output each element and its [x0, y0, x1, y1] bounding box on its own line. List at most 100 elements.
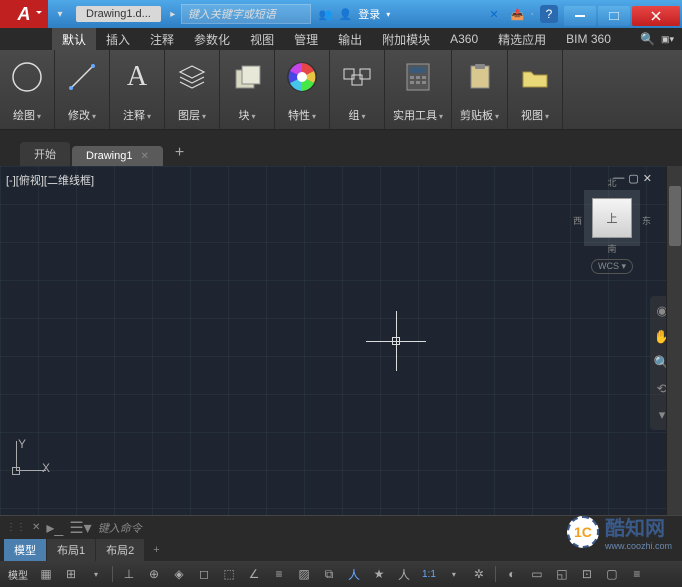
- maximize-button[interactable]: [598, 6, 630, 26]
- a360-icon[interactable]: 📤: [511, 8, 525, 21]
- wcs-label[interactable]: WCS ▾: [591, 259, 633, 274]
- prompt-icon: ▸_: [46, 518, 63, 538]
- quick-access-toolbar: ▾: [48, 6, 72, 22]
- ribbon-group-modify[interactable]: 修改▾: [55, 50, 110, 129]
- gear-icon[interactable]: ✲: [468, 564, 490, 584]
- grid-toggle-icon[interactable]: ▦: [35, 564, 57, 584]
- ribbon-group-view[interactable]: 视图▾: [508, 50, 563, 129]
- dropdown-icon[interactable]: ▾: [85, 564, 107, 584]
- tab-addins[interactable]: 附加模块: [372, 28, 440, 51]
- vertical-scrollbar[interactable]: [666, 166, 682, 515]
- tab-model[interactable]: 模型: [4, 539, 46, 561]
- tab-output[interactable]: 输出: [328, 28, 372, 51]
- help-search-input[interactable]: 键入关键字或短语: [181, 4, 311, 24]
- binoculars-icon: 👥: [319, 8, 333, 21]
- drawing-canvas[interactable]: [-][俯视][二维线框] — ▢ ✕ 北 西 上 东 南 WCS ▾ ◉ ✋: [0, 166, 682, 515]
- monitor-icon[interactable]: ▭: [526, 564, 548, 584]
- tab-drawing1[interactable]: Drawing1 ✕: [72, 146, 163, 166]
- app-logo[interactable]: A: [0, 0, 48, 28]
- ribbon-group-clipboard[interactable]: 剪贴板▾: [452, 50, 508, 129]
- cycling-icon[interactable]: ⧉: [318, 564, 340, 584]
- ribbon-collapse-icon[interactable]: ▣▾: [661, 34, 674, 45]
- ribbon-group-group[interactable]: 组▾: [330, 50, 385, 129]
- qat-dropdown-icon[interactable]: ▾: [52, 6, 68, 22]
- block-icon: [228, 58, 266, 96]
- new-tab-button[interactable]: +: [165, 140, 194, 166]
- drawing-wrapper: [-][俯视][二维线框] — ▢ ✕ 北 西 上 东 南 WCS ▾ ◉ ✋: [0, 166, 682, 515]
- tab-manage[interactable]: 管理: [284, 28, 328, 51]
- transparency-icon[interactable]: ▨: [293, 564, 315, 584]
- lineweight-icon[interactable]: ≡: [268, 564, 290, 584]
- line-icon: [63, 58, 101, 96]
- snap-toggle-icon[interactable]: ⊞: [60, 564, 82, 584]
- isolate-icon[interactable]: ◱: [551, 564, 573, 584]
- dropdown-icon[interactable]: ▾: [443, 564, 465, 584]
- document-tabs: 开始 Drawing1 ✕ +: [0, 142, 682, 166]
- close-button[interactable]: [632, 6, 680, 26]
- login-area[interactable]: 👥 👤 登录 ▾: [319, 6, 390, 22]
- watermark-logo-icon: 1C: [567, 516, 599, 548]
- close-icon[interactable]: ✕: [140, 151, 148, 162]
- tab-view[interactable]: 视图: [240, 28, 284, 51]
- ortho-icon[interactable]: ⊥: [118, 564, 140, 584]
- tab-featured[interactable]: 精选应用: [488, 28, 556, 51]
- layers-icon: [173, 58, 211, 96]
- add-layout-button[interactable]: +: [145, 541, 167, 559]
- customize-icon[interactable]: ≡: [626, 564, 648, 584]
- color-wheel-icon: [283, 58, 321, 96]
- user-icon: 👤: [339, 8, 353, 21]
- tab-parametric[interactable]: 参数化: [184, 28, 240, 51]
- viewport-label[interactable]: [-][俯视][二维线框]: [6, 172, 94, 188]
- group-icon: [338, 58, 376, 96]
- ribbon-group-draw[interactable]: 绘图▾: [0, 50, 55, 129]
- ribbon-group-utilities[interactable]: 实用工具▾: [385, 50, 452, 129]
- watermark: 1C 酷知网 www.coozhi.com: [567, 512, 672, 551]
- exchange-icon[interactable]: ✕: [489, 8, 498, 21]
- calculator-icon: [399, 58, 437, 96]
- text-icon: A: [118, 58, 156, 96]
- viewcube-face[interactable]: 上: [592, 198, 632, 238]
- grip-icon[interactable]: ⋮⋮: [6, 522, 26, 533]
- ribbon-group-annotation[interactable]: A 注释▾: [110, 50, 165, 129]
- customize-icon[interactable]: ☰▾: [69, 518, 91, 538]
- sb-model-button[interactable]: 模型: [4, 567, 32, 582]
- viewcube[interactable]: 北 西 上 东 南 WCS ▾: [577, 176, 647, 274]
- login-label: 登录: [358, 6, 380, 22]
- polar-icon[interactable]: ⊕: [143, 564, 165, 584]
- anno-icon[interactable]: 人: [343, 564, 365, 584]
- tab-layout1[interactable]: 布局1: [47, 539, 95, 561]
- otrack-icon[interactable]: ∠: [243, 564, 265, 584]
- tab-insert[interactable]: 插入: [96, 28, 140, 51]
- scale-display[interactable]: 1:1: [418, 569, 440, 580]
- help-icon[interactable]: ?: [540, 5, 558, 23]
- dropdown-icon[interactable]: ▸: [165, 6, 181, 22]
- close-icon[interactable]: ✕: [32, 522, 40, 533]
- isodraft-icon[interactable]: ◈: [168, 564, 190, 584]
- hardware-icon[interactable]: ⊡: [576, 564, 598, 584]
- cleanscreen-icon[interactable]: ▢: [601, 564, 623, 584]
- anno3-icon[interactable]: 人: [393, 564, 415, 584]
- tab-layout2[interactable]: 布局2: [96, 539, 144, 561]
- document-title[interactable]: Drawing1.d...: [76, 6, 161, 22]
- app-window: A ▾ Drawing1.d... ▸ 键入关键字或短语 👥 👤 登录 ▾ ✕ …: [0, 0, 682, 587]
- search-icon[interactable]: 🔍: [640, 32, 655, 46]
- ribbon-group-properties[interactable]: 特性▾: [275, 50, 330, 129]
- dropdown-icon: ▾: [386, 10, 390, 19]
- ribbon-group-block[interactable]: 块▾: [220, 50, 275, 129]
- anno2-icon[interactable]: ★: [368, 564, 390, 584]
- status-bar: 模型 ▦ ⊞ ▾ ⊥ ⊕ ◈ ◻ ⬚ ∠ ≡ ▨ ⧉ 人 ★ 人 1:1 ▾ ✲…: [0, 561, 682, 587]
- osnap-icon[interactable]: ◻: [193, 564, 215, 584]
- ribbon-tabs: 默认 插入 注释 参数化 视图 管理 输出 附加模块 A360 精选应用 BIM…: [0, 28, 682, 50]
- tab-a360[interactable]: A360: [440, 29, 488, 49]
- tab-bim360[interactable]: BIM 360: [556, 29, 621, 49]
- 3dosnap-icon[interactable]: ⬚: [218, 564, 240, 584]
- minimize-button[interactable]: [564, 6, 596, 26]
- tab-start[interactable]: 开始: [20, 142, 70, 166]
- tab-default[interactable]: 默认: [52, 28, 96, 51]
- folder-icon: [516, 58, 554, 96]
- ribbon-group-layers[interactable]: 图层▾: [165, 50, 220, 129]
- clipboard-icon: [461, 58, 499, 96]
- window-controls: [564, 3, 682, 26]
- tab-annotate[interactable]: 注释: [140, 28, 184, 51]
- workspace-icon[interactable]: ◐: [501, 564, 523, 584]
